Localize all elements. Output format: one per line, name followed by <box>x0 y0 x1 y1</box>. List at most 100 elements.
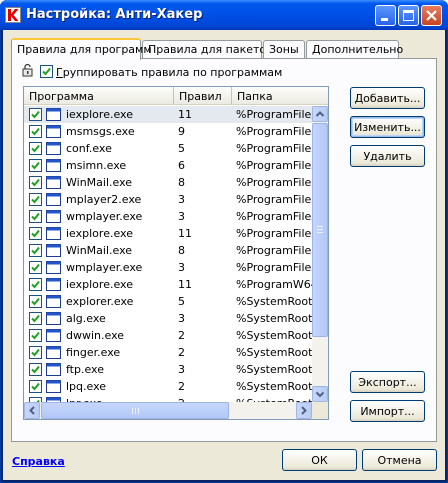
tab-advanced[interactable]: Дополнительно <box>306 40 403 59</box>
table-row[interactable]: conf.exe 5 %ProgramFiles%\N <box>24 140 312 157</box>
title-bar[interactable]: Настройка: Анти-Хакер <box>0 0 448 30</box>
cell-program: msmsgs.exe <box>66 125 135 138</box>
rule-enabled-checkbox[interactable] <box>29 261 42 274</box>
close-button[interactable] <box>421 5 442 26</box>
table-row[interactable]: WinMail.exe 8 %ProgramFiles(x86 <box>24 242 312 259</box>
minimize-button[interactable] <box>375 5 396 26</box>
checkmark-icon <box>31 365 40 374</box>
table-row[interactable]: alg.exe 3 %SystemRoot%\S <box>24 310 312 327</box>
ok-button[interactable]: ОК <box>282 449 357 471</box>
scrollbar-corner <box>312 402 328 419</box>
rule-enabled-checkbox[interactable] <box>29 159 42 172</box>
table-row[interactable]: mplayer2.exe 3 %ProgramFiles%\V <box>24 191 312 208</box>
cell-rules-count: 11 <box>178 227 192 240</box>
table-row[interactable]: iexplore.exe 11 %ProgramW6432% <box>24 276 312 293</box>
rule-enabled-checkbox[interactable] <box>29 125 42 138</box>
rule-enabled-checkbox[interactable] <box>29 210 42 223</box>
cell-rules-count: 2 <box>178 380 185 393</box>
lock-icon[interactable] <box>21 63 35 80</box>
cell-program: wmplayer.exe <box>66 261 143 274</box>
cell-folder: %ProgramFiles(x86 <box>236 244 312 257</box>
delete-button[interactable]: Удалить <box>350 145 425 167</box>
rule-enabled-checkbox[interactable] <box>29 193 42 206</box>
rule-enabled-checkbox[interactable] <box>29 244 42 257</box>
cell-program: ftp.exe <box>66 363 104 376</box>
program-rules-list[interactable]: Программа Правил Папка iexplore.exe 11 %Pr… <box>23 86 329 420</box>
cell-folder: %ProgramFiles%\V <box>236 210 312 223</box>
cell-folder: %SystemRoot%\S <box>236 346 312 359</box>
column-header-rules[interactable]: Правил <box>174 87 232 105</box>
table-row[interactable]: explorer.exe 5 %SystemRoot% <box>24 293 312 310</box>
table-row[interactable]: dwwin.exe 2 %SystemRoot%\S <box>24 327 312 344</box>
table-row[interactable]: msmsgs.exe 9 %ProgramFiles%\M <box>24 123 312 140</box>
import-button[interactable]: Импорт... <box>350 400 425 422</box>
group-rules-checkbox[interactable] <box>40 65 53 78</box>
tab-zones[interactable]: Зоны <box>263 40 305 59</box>
window-title: Настройка: Анти-Хакер <box>26 7 203 22</box>
edit-button[interactable]: Изменить... <box>350 116 425 138</box>
horizontal-scrollbar[interactable] <box>24 402 312 419</box>
horizontal-scroll-thumb[interactable] <box>41 402 229 419</box>
table-row[interactable]: iexplore.exe 11 %ProgramFiles(x86 <box>24 225 312 242</box>
scroll-down-button[interactable] <box>312 386 328 402</box>
scroll-up-button[interactable] <box>312 106 328 122</box>
list-body: iexplore.exe 11 %ProgramFiles%\I msmsgs.exe… <box>24 106 312 402</box>
application-window-icon <box>46 311 62 326</box>
cell-program: msimn.exe <box>66 159 127 172</box>
cell-rules-count: 8 <box>178 244 185 257</box>
cell-program: finger.exe <box>66 346 121 359</box>
table-row[interactable]: ftp.exe 3 %SystemRoot%\S <box>24 361 312 378</box>
chevron-left-icon <box>29 406 35 415</box>
tab-program-rules[interactable]: Правила для программ <box>11 38 152 60</box>
table-row[interactable]: iexplore.exe 11 %ProgramFiles%\I <box>24 106 312 123</box>
cell-program: alg.exe <box>66 312 106 325</box>
column-header-folder[interactable]: Папка <box>232 87 328 105</box>
checkmark-icon <box>31 297 40 306</box>
cell-folder: %ProgramFiles(x86 <box>236 261 312 274</box>
rule-enabled-checkbox[interactable] <box>29 278 42 291</box>
table-row[interactable]: wmplayer.exe 3 %ProgramFiles%\V <box>24 208 312 225</box>
rule-enabled-checkbox[interactable] <box>29 108 42 121</box>
cell-folder: %ProgramFiles%\V <box>236 193 312 206</box>
rule-enabled-checkbox[interactable] <box>29 176 42 189</box>
minimize-icon <box>381 18 388 21</box>
rule-enabled-checkbox[interactable] <box>29 380 42 393</box>
scroll-right-button[interactable] <box>296 402 312 419</box>
rule-enabled-checkbox[interactable] <box>29 142 42 155</box>
maximize-button[interactable] <box>398 5 419 26</box>
application-window-icon <box>46 277 62 292</box>
add-button[interactable]: Добавить... <box>350 87 425 109</box>
checkmark-icon <box>31 195 40 204</box>
table-row[interactable]: lpr.exe2%SystemRoot%\S <box>24 395 312 402</box>
scroll-left-button[interactable] <box>24 402 40 419</box>
table-row[interactable]: finger.exe 2 %SystemRoot%\S <box>24 344 312 361</box>
table-row[interactable]: WinMail.exe 8 %ProgramFiles%\V <box>24 174 312 191</box>
thumb-grip-line <box>135 408 136 414</box>
cell-rules-count: 11 <box>178 108 192 121</box>
application-window-icon <box>46 243 62 258</box>
export-button[interactable]: Экспорт... <box>350 371 425 393</box>
maximize-icon <box>403 10 414 21</box>
rule-enabled-checkbox[interactable] <box>29 329 42 342</box>
rule-enabled-checkbox[interactable] <box>29 346 42 359</box>
table-row[interactable]: msimn.exe 6 %ProgramFiles%\C <box>24 157 312 174</box>
rule-enabled-checkbox[interactable] <box>29 312 42 325</box>
application-window-icon <box>46 294 62 309</box>
cancel-button[interactable]: Отмена <box>362 449 437 471</box>
column-header-program[interactable]: Программа <box>24 87 174 105</box>
rule-enabled-checkbox[interactable] <box>29 295 42 308</box>
rule-enabled-checkbox[interactable] <box>29 363 42 376</box>
cell-folder: %ProgramFiles%\V <box>236 176 312 189</box>
vertical-scrollbar[interactable] <box>312 106 328 402</box>
group-rules-label[interactable]: Группировать правила по программам <box>56 66 282 79</box>
tab-packet-rules[interactable]: Правила для пакетов <box>142 40 273 59</box>
table-row[interactable]: lpq.exe 2 %SystemRoot%\S <box>24 378 312 395</box>
table-row[interactable]: wmplayer.exe 3 %ProgramFiles(x86 <box>24 259 312 276</box>
checkmark-icon <box>42 67 51 76</box>
cell-rules-count: 5 <box>178 295 185 308</box>
rule-enabled-checkbox[interactable] <box>29 227 42 240</box>
help-link[interactable]: Справка <box>12 455 65 468</box>
vertical-scroll-thumb[interactable] <box>312 123 328 337</box>
checkmark-icon <box>31 161 40 170</box>
application-window-icon <box>46 328 62 343</box>
